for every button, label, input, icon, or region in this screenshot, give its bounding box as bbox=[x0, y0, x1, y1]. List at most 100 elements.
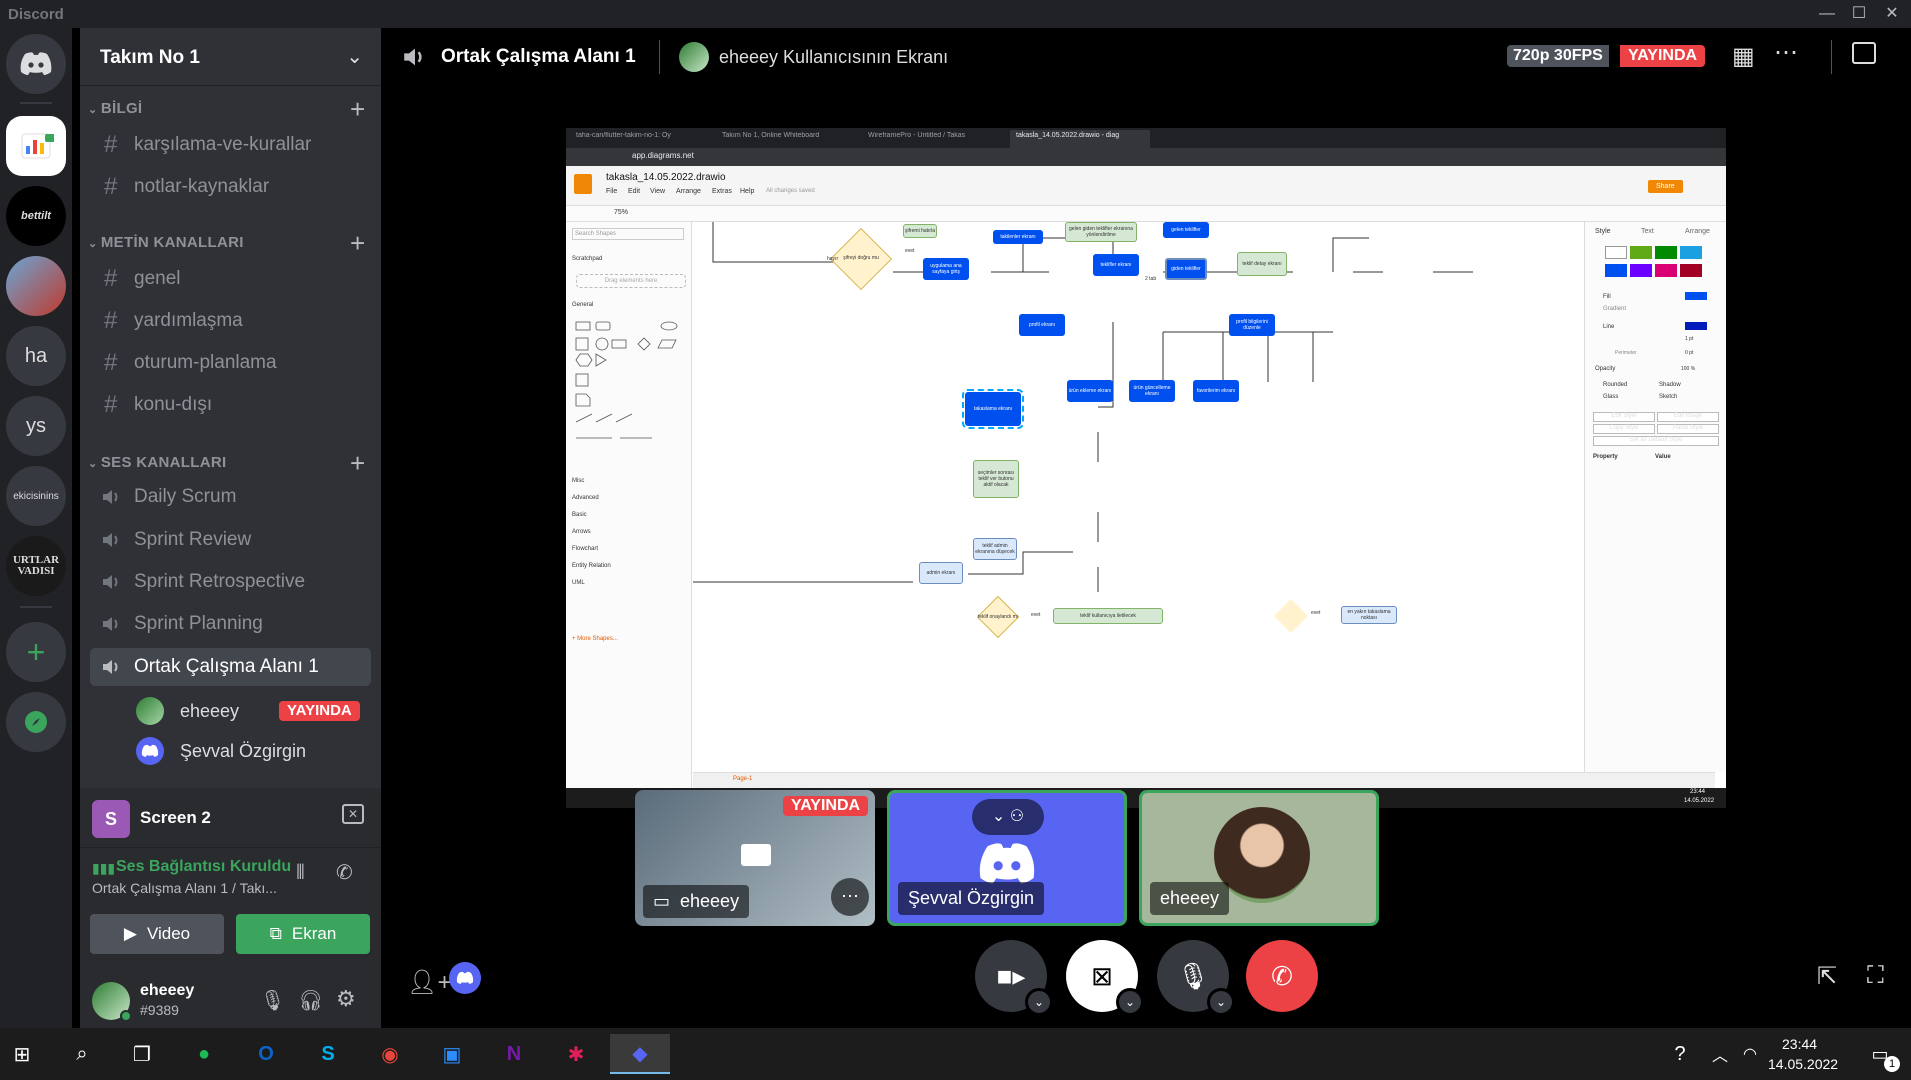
zoom-level[interactable]: 75% bbox=[614, 209, 628, 216]
drawio-share-button[interactable]: Share bbox=[1648, 180, 1683, 193]
format-tab-style[interactable]: Style bbox=[1595, 228, 1611, 235]
participant-tile-stream[interactable]: YAYINDA ▭ eheeey ⋯ bbox=[635, 790, 875, 926]
drawio-menu-view[interactable]: View bbox=[650, 188, 665, 195]
node-box[interactable]: ürün ekleme ekranı bbox=[1067, 380, 1113, 402]
default-style-button[interactable]: Set as Default Style bbox=[1593, 436, 1719, 446]
sketch-checkbox[interactable]: Sketch bbox=[1659, 394, 1677, 400]
section-basic[interactable]: Basic bbox=[572, 512, 587, 518]
drawio-menu-extras[interactable]: Extras bbox=[712, 188, 732, 195]
chevron-down-icon[interactable]: ⌄ bbox=[1207, 988, 1235, 1016]
chevron-down-icon[interactable]: ⌄ bbox=[1116, 988, 1144, 1016]
inbox-icon[interactable] bbox=[1852, 42, 1876, 64]
node-box[interactable]: admin ekranı bbox=[919, 562, 963, 584]
browser-tab[interactable]: WireframePro - Untitled / Takas bbox=[868, 132, 1008, 139]
outlook-icon[interactable]: O bbox=[246, 1034, 286, 1074]
glass-checkbox[interactable]: Glass bbox=[1603, 394, 1618, 400]
more-options-icon[interactable]: ⋯ bbox=[1774, 38, 1798, 67]
clock-date[interactable]: 14.05.2022 bbox=[1768, 1056, 1838, 1072]
section-scratchpad[interactable]: Scratchpad bbox=[572, 256, 602, 262]
section-flowchart[interactable]: Flowchart bbox=[572, 546, 598, 552]
disconnect-icon[interactable]: ✆ bbox=[336, 860, 353, 885]
popout-icon[interactable]: ⇱ bbox=[1817, 962, 1837, 991]
category-text[interactable]: ⌄ METİN KANALLARI + bbox=[88, 228, 365, 258]
channel-karsilama[interactable]: # karşılama-ve-kurallar bbox=[90, 126, 371, 164]
spotify-icon[interactable]: ● bbox=[184, 1034, 224, 1074]
server-takim-icon[interactable] bbox=[6, 116, 66, 176]
server-ys-icon[interactable]: ys bbox=[6, 396, 66, 456]
activity-icon[interactable] bbox=[449, 962, 481, 994]
node-box[interactable]: profil ekranı bbox=[1019, 314, 1065, 336]
node-box[interactable]: teklifler ekranı bbox=[1093, 254, 1139, 276]
line-width-field[interactable]: 1 pt bbox=[1685, 336, 1693, 342]
camera-toggle-button[interactable]: ■▸ ⌄ bbox=[975, 940, 1053, 1016]
voice-status-subtitle[interactable]: Ortak Çalışma Alanı 1 / Takı... bbox=[92, 880, 277, 896]
line-label[interactable]: Line bbox=[1603, 324, 1614, 330]
drawio-canvas[interactable]: şifreyi doğru mu uygulama ana sayfaya gi… bbox=[693, 222, 1715, 772]
server-bettilt-icon[interactable]: bettilt bbox=[6, 186, 66, 246]
search-icon[interactable]: ⌕ bbox=[62, 1034, 102, 1074]
rounded-checkbox[interactable]: Rounded bbox=[1603, 382, 1627, 388]
shape-search-input[interactable]: Search Shapes bbox=[572, 228, 684, 240]
color-swatch[interactable] bbox=[1630, 246, 1652, 259]
voice-channel-retro[interactable]: Sprint Retrospective bbox=[90, 563, 371, 601]
section-arrows[interactable]: Arrows bbox=[572, 529, 591, 535]
section-general[interactable]: General bbox=[572, 302, 593, 308]
server-vadisi-icon[interactable]: URTLAR VADISI bbox=[6, 536, 66, 596]
color-swatch[interactable] bbox=[1605, 246, 1627, 259]
server-ha-icon[interactable]: ha bbox=[6, 326, 66, 386]
invite-user-icon[interactable]: 👤︎+ bbox=[407, 968, 451, 997]
explore-compass-icon[interactable] bbox=[6, 692, 66, 752]
shared-screen[interactable]: taha-can/flutter-takim-no-1: Oy Takım No… bbox=[566, 128, 1726, 808]
noise-suppression-icon[interactable]: ⦀ bbox=[296, 862, 305, 885]
node-box[interactable]: teklif detay ekranı bbox=[1237, 252, 1287, 276]
node-box[interactable]: seçimler sonrası teklif ver butonu aktif… bbox=[973, 460, 1019, 498]
channel-konu-disi[interactable]: # konu-dışı bbox=[90, 386, 371, 424]
maximize-button[interactable]: ☐ bbox=[1842, 2, 1876, 26]
edit-style-button[interactable]: Edit Style bbox=[1593, 412, 1655, 422]
color-swatch[interactable] bbox=[1605, 263, 1627, 277]
paste-style-button[interactable]: Paste Style bbox=[1657, 424, 1719, 434]
color-swatch[interactable] bbox=[1680, 246, 1702, 259]
voice-user-eheeey[interactable]: eheeey YAYINDA bbox=[136, 694, 366, 728]
category-voice[interactable]: ⌄ SES KANALLARI + bbox=[88, 448, 365, 478]
participant-tile-eheeey[interactable]: eheeey bbox=[1139, 790, 1379, 926]
node-box[interactable]: teklif kullanıcıya iletilecek bbox=[1053, 608, 1163, 624]
drawio-menu-edit[interactable]: Edit bbox=[628, 188, 640, 195]
add-channel-icon[interactable]: + bbox=[350, 228, 365, 259]
voice-channel-review[interactable]: Sprint Review bbox=[90, 521, 371, 559]
voice-user-sevval[interactable]: Şevval Özgirgin bbox=[136, 734, 366, 768]
microphone-icon[interactable]: 🎙︎ bbox=[260, 988, 285, 1013]
general-shapes-grid[interactable] bbox=[572, 318, 684, 468]
server-avatar-icon[interactable] bbox=[6, 256, 66, 316]
voice-channel-ortak[interactable]: Ortak Çalışma Alanı 1 bbox=[90, 648, 371, 686]
node-box[interactable]: gelen giden teklifler ekranına yönlendir… bbox=[1065, 222, 1137, 242]
channel-yardimlasma[interactable]: # yardımlaşma bbox=[90, 302, 371, 340]
color-swatch[interactable] bbox=[1630, 263, 1652, 277]
browser-tab[interactable]: taha-can/flutter-takim-no-1: Oy bbox=[576, 132, 716, 139]
copy-style-button[interactable]: Copy Style bbox=[1593, 424, 1655, 434]
disconnect-call-button[interactable]: ✆ bbox=[1246, 940, 1318, 1012]
discord-taskbar-icon[interactable]: ◆ bbox=[610, 1034, 670, 1074]
drawio-menu-arrange[interactable]: Arrange bbox=[676, 188, 701, 195]
shadow-checkbox[interactable]: Shadow bbox=[1659, 382, 1681, 388]
task-view-icon[interactable]: ❐ bbox=[122, 1034, 162, 1074]
voice-channel-daily[interactable]: Daily Scrum bbox=[90, 478, 371, 516]
headphones-icon[interactable]: 🎧︎ bbox=[298, 988, 323, 1013]
chevron-down-icon[interactable]: ⌄ bbox=[1025, 988, 1053, 1016]
drawio-filename[interactable]: takasla_14.05.2022.drawio bbox=[606, 172, 726, 183]
opacity-field[interactable]: 100 % bbox=[1681, 366, 1695, 372]
format-tab-arrange[interactable]: Arrange bbox=[1685, 228, 1710, 235]
browser-tab[interactable]: Takım No 1, Online Whiteboard bbox=[722, 132, 862, 139]
close-button[interactable]: ✕ bbox=[1875, 2, 1909, 26]
stop-share-icon[interactable]: ✕ bbox=[342, 804, 364, 824]
slack-icon[interactable]: ✱ bbox=[556, 1034, 596, 1074]
section-misc[interactable]: Misc bbox=[572, 478, 584, 484]
fullscreen-icon[interactable]: ⛶ bbox=[1867, 962, 1884, 990]
section-uml[interactable]: UML bbox=[572, 580, 585, 586]
drawio-menu-help[interactable]: Help bbox=[740, 188, 754, 195]
channel-genel[interactable]: # genel bbox=[90, 260, 371, 298]
home-discord-icon[interactable] bbox=[6, 34, 66, 94]
wifi-icon[interactable]: ◠ bbox=[1730, 1034, 1770, 1074]
screen-button[interactable]: ⧉ Ekran bbox=[236, 914, 370, 954]
fill-color[interactable] bbox=[1685, 292, 1707, 300]
